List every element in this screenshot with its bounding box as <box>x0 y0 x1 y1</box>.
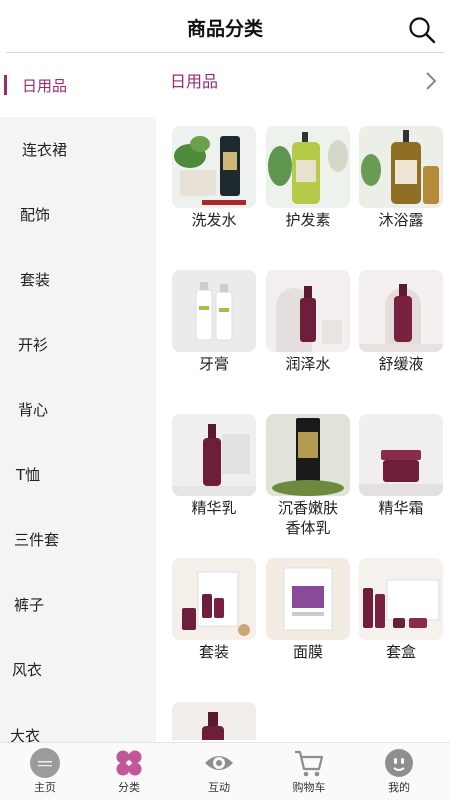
product-name: 套盒 <box>385 643 416 661</box>
tab-profile[interactable]: 我的 <box>354 743 444 800</box>
product-card[interactable]: 套盒 <box>353 552 449 692</box>
tab-interact[interactable]: 互动 <box>174 743 264 800</box>
category-icon <box>116 750 142 776</box>
product-grid: 洗发水 护发素 沐浴露 牙膏 润泽水 舒缓液 精华乳 沉香嫩肤 香体乳 精华霜 … <box>160 120 450 740</box>
product-card[interactable] <box>166 696 262 740</box>
product-card[interactable]: 舒缓液 <box>353 264 449 404</box>
product-name: 舒缓液 <box>378 355 424 373</box>
product-card[interactable]: 沐浴露 <box>353 120 449 260</box>
product-card[interactable]: 护发素 <box>260 120 356 260</box>
sidebar-item-trench[interactable]: 风衣 <box>0 637 156 701</box>
sidebar-item-tshirt[interactable]: T恤 <box>0 442 156 506</box>
chevron-right-icon <box>426 72 437 90</box>
product-card[interactable]: 面膜 <box>260 552 356 692</box>
header: 商品分类 <box>0 0 450 52</box>
tab-label: 分类 <box>118 781 140 794</box>
product-name: 套装 <box>198 643 229 661</box>
toner-bottle-icon <box>266 270 350 352</box>
tab-label: 互动 <box>208 781 230 794</box>
cream-jar-icon <box>359 414 443 496</box>
tab-label: 我的 <box>388 781 410 794</box>
essence-bottle-icon <box>172 414 256 496</box>
sidebar-item-vest[interactable]: 背心 <box>0 377 156 441</box>
search-button[interactable] <box>408 16 436 44</box>
product-card[interactable]: 精华霜 <box>353 408 449 548</box>
tab-label: 主页 <box>34 781 56 794</box>
product-name: 洗发水 <box>191 211 237 229</box>
product-card[interactable]: 洗发水 <box>166 120 262 260</box>
home-logo-icon <box>30 748 60 778</box>
sidebar-item-label: 大衣 <box>10 726 41 744</box>
search-icon <box>409 17 436 44</box>
sidebar-item-accessories[interactable]: 配饰 <box>0 182 156 246</box>
category-sidebar[interactable]: 日用品 连衣裙 配饰 套装 开衫 背心 T恤 三件套 裤子 风衣 大衣 <box>0 53 156 743</box>
sidebar-item-three-piece[interactable]: 三件套 <box>0 507 156 571</box>
product-card[interactable]: 沉香嫩肤 香体乳 <box>260 408 356 548</box>
section-title: 日用品 <box>170 72 219 91</box>
sidebar-item-label: 风衣 <box>12 660 43 679</box>
skincare-set-icon <box>172 558 256 640</box>
sidebar-item-label: 裤子 <box>14 595 45 614</box>
product-name: 精华乳 <box>191 499 237 517</box>
sidebar-item-coat[interactable]: 大衣 <box>0 703 156 744</box>
tab-category[interactable]: 分类 <box>84 743 174 800</box>
product-name: 沉香嫩肤 香体乳 <box>277 499 338 537</box>
shampoo-bottle-icon <box>172 126 256 208</box>
sidebar-item-label: 开衫 <box>18 335 49 354</box>
sidebar-item-label: 日用品 <box>22 76 68 95</box>
toothpaste-tube-icon <box>172 270 256 352</box>
sidebar-item-label: 连衣裙 <box>22 140 68 159</box>
sidebar-item-sets[interactable]: 套装 <box>0 247 156 311</box>
product-card[interactable]: 精华乳 <box>166 408 262 548</box>
sidebar-item-daily[interactable]: 日用品 <box>0 53 156 117</box>
tab-label: 购物车 <box>292 781 326 794</box>
tab-cart[interactable]: 购物车 <box>264 743 354 800</box>
page-title: 商品分类 <box>186 18 263 40</box>
product-name: 精华霜 <box>378 499 424 517</box>
sidebar-item-label: 背心 <box>18 400 49 419</box>
sidebar-item-label: T恤 <box>16 465 41 484</box>
face-mask-icon <box>266 558 350 640</box>
sidebar-item-label: 配饰 <box>20 205 51 224</box>
conditioner-bottle-icon <box>266 126 350 208</box>
product-card[interactable]: 套装 <box>166 552 262 692</box>
cart-icon <box>295 750 324 777</box>
sidebar-item-label: 套装 <box>20 270 51 289</box>
product-name: 牙膏 <box>198 355 229 373</box>
tab-home[interactable]: 主页 <box>0 743 90 800</box>
sidebar-item-label: 三件套 <box>14 530 60 549</box>
bottom-tab-bar: 主页 分类 互动 购物车 我的 <box>0 742 450 800</box>
section-header[interactable]: 日用品 <box>170 66 440 96</box>
gift-box-icon <box>359 558 443 640</box>
serum-bottle-icon <box>172 702 256 740</box>
sidebar-item-pants[interactable]: 裤子 <box>0 572 156 636</box>
product-name: 护发素 <box>285 211 331 229</box>
product-name: 沐浴露 <box>378 211 424 229</box>
product-card[interactable]: 润泽水 <box>260 264 356 404</box>
body-wash-bottle-icon <box>359 126 443 208</box>
sidebar-item-dress[interactable]: 连衣裙 <box>0 117 156 181</box>
interact-icon <box>205 756 233 770</box>
soothing-bottle-icon <box>359 270 443 352</box>
sidebar-item-cardigan[interactable]: 开衫 <box>0 312 156 376</box>
profile-icon <box>385 749 413 777</box>
product-name: 面膜 <box>292 643 323 661</box>
product-card[interactable]: 牙膏 <box>166 264 262 404</box>
product-name: 润泽水 <box>285 355 331 373</box>
lotion-tube-icon <box>266 414 350 496</box>
